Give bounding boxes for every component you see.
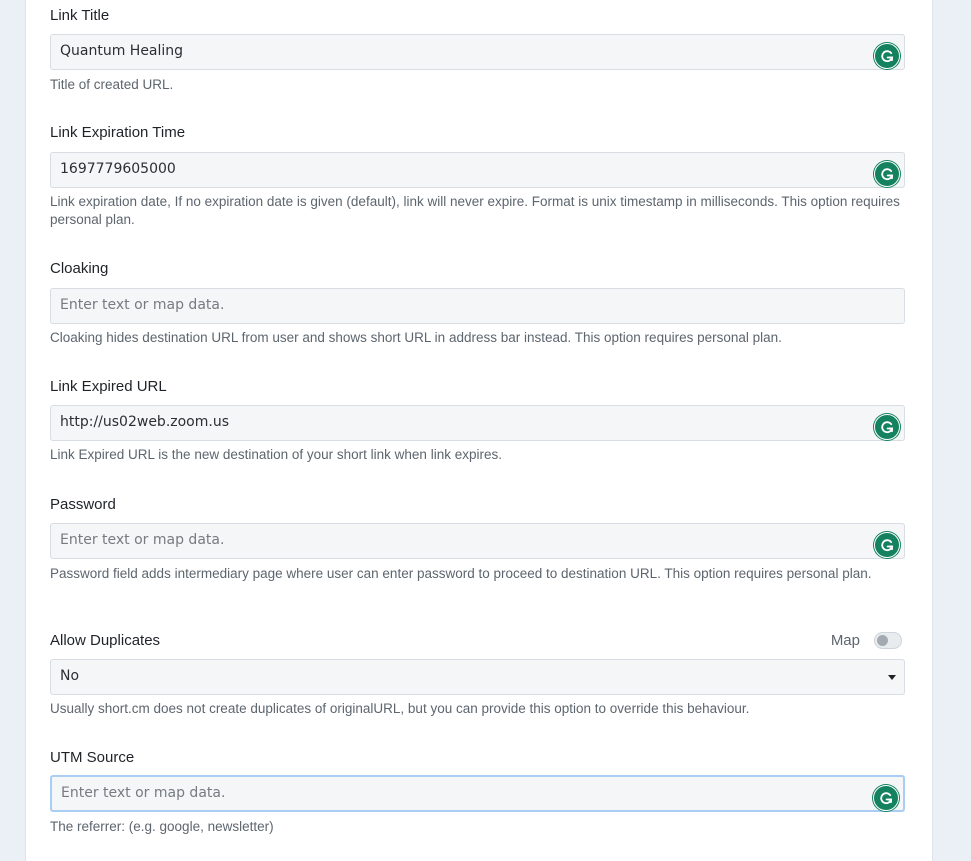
cloaking-help: Cloaking hides destination URL from user…	[50, 330, 782, 345]
allow-duplicates-field: Allow Duplicates Map No Usually short.cm…	[50, 632, 905, 722]
cloaking-input[interactable]: Enter text or map data.	[50, 288, 905, 324]
allow-duplicates-help: Usually short.cm does not create duplica…	[50, 701, 750, 716]
cloaking-field: Cloaking Enter text or map data. Cloakin…	[50, 260, 905, 350]
cloaking-placeholder: Enter text or map data.	[60, 297, 225, 313]
password-help: Password field adds intermediary page wh…	[50, 566, 872, 581]
cloaking-label: Cloaking	[50, 260, 109, 277]
link-expiration-input[interactable]: 1697779605000	[50, 152, 905, 188]
utm-source-input[interactable]: Enter text or map data.	[50, 775, 905, 812]
allow-duplicates-selected: No	[60, 668, 80, 684]
password-input[interactable]: Enter text or map data.	[50, 523, 905, 559]
map-toggle-label: Map	[830, 632, 860, 649]
link-expired-url-label: Link Expired URL	[50, 378, 167, 395]
link-expiration-label: Link Expiration Time	[50, 124, 186, 141]
link-expiration-value: 1697779605000	[60, 161, 176, 177]
link-title-value: Quantum Healing	[60, 43, 184, 59]
grammarly-icon[interactable]	[874, 43, 900, 69]
utm-source-label: UTM Source	[50, 749, 135, 766]
toggle-knob	[877, 635, 888, 646]
password-field: Password Enter text or map data. Passwor…	[50, 496, 905, 606]
grammarly-icon[interactable]	[874, 414, 900, 440]
link-expired-url-value: http://us02web.zoom.us	[60, 414, 230, 430]
link-expiration-help: Link expiration date, If no expiration d…	[50, 194, 900, 227]
grammarly-icon[interactable]	[874, 161, 900, 187]
utm-source-field: UTM Source Enter text or map data. The r…	[50, 749, 905, 839]
grammarly-icon[interactable]	[873, 785, 899, 811]
link-expired-url-input[interactable]: http://us02web.zoom.us	[50, 405, 905, 441]
link-title-label: Link Title	[50, 7, 110, 24]
password-placeholder: Enter text or map data.	[60, 532, 225, 548]
link-title-field: Link Title Quantum Healing Title of crea…	[50, 7, 905, 97]
link-expired-url-help: Link Expired URL is the new destination …	[50, 447, 502, 462]
utm-source-help: The referrer: (e.g. google, newsletter)	[50, 819, 274, 834]
map-toggle[interactable]	[874, 632, 902, 649]
grammarly-icon[interactable]	[874, 532, 900, 558]
allow-duplicates-label: Allow Duplicates	[50, 632, 161, 649]
link-expiration-field: Link Expiration Time 1697779605000 Link …	[50, 124, 905, 234]
link-title-input[interactable]: Quantum Healing	[50, 34, 905, 70]
allow-duplicates-select[interactable]: No	[50, 659, 905, 695]
link-expired-url-field: Link Expired URL http://us02web.zoom.us …	[50, 378, 905, 468]
password-label: Password	[50, 496, 116, 513]
caret-down-icon	[888, 675, 896, 680]
link-title-help: Title of created URL.	[50, 77, 174, 92]
utm-source-placeholder: Enter text or map data.	[61, 785, 226, 801]
